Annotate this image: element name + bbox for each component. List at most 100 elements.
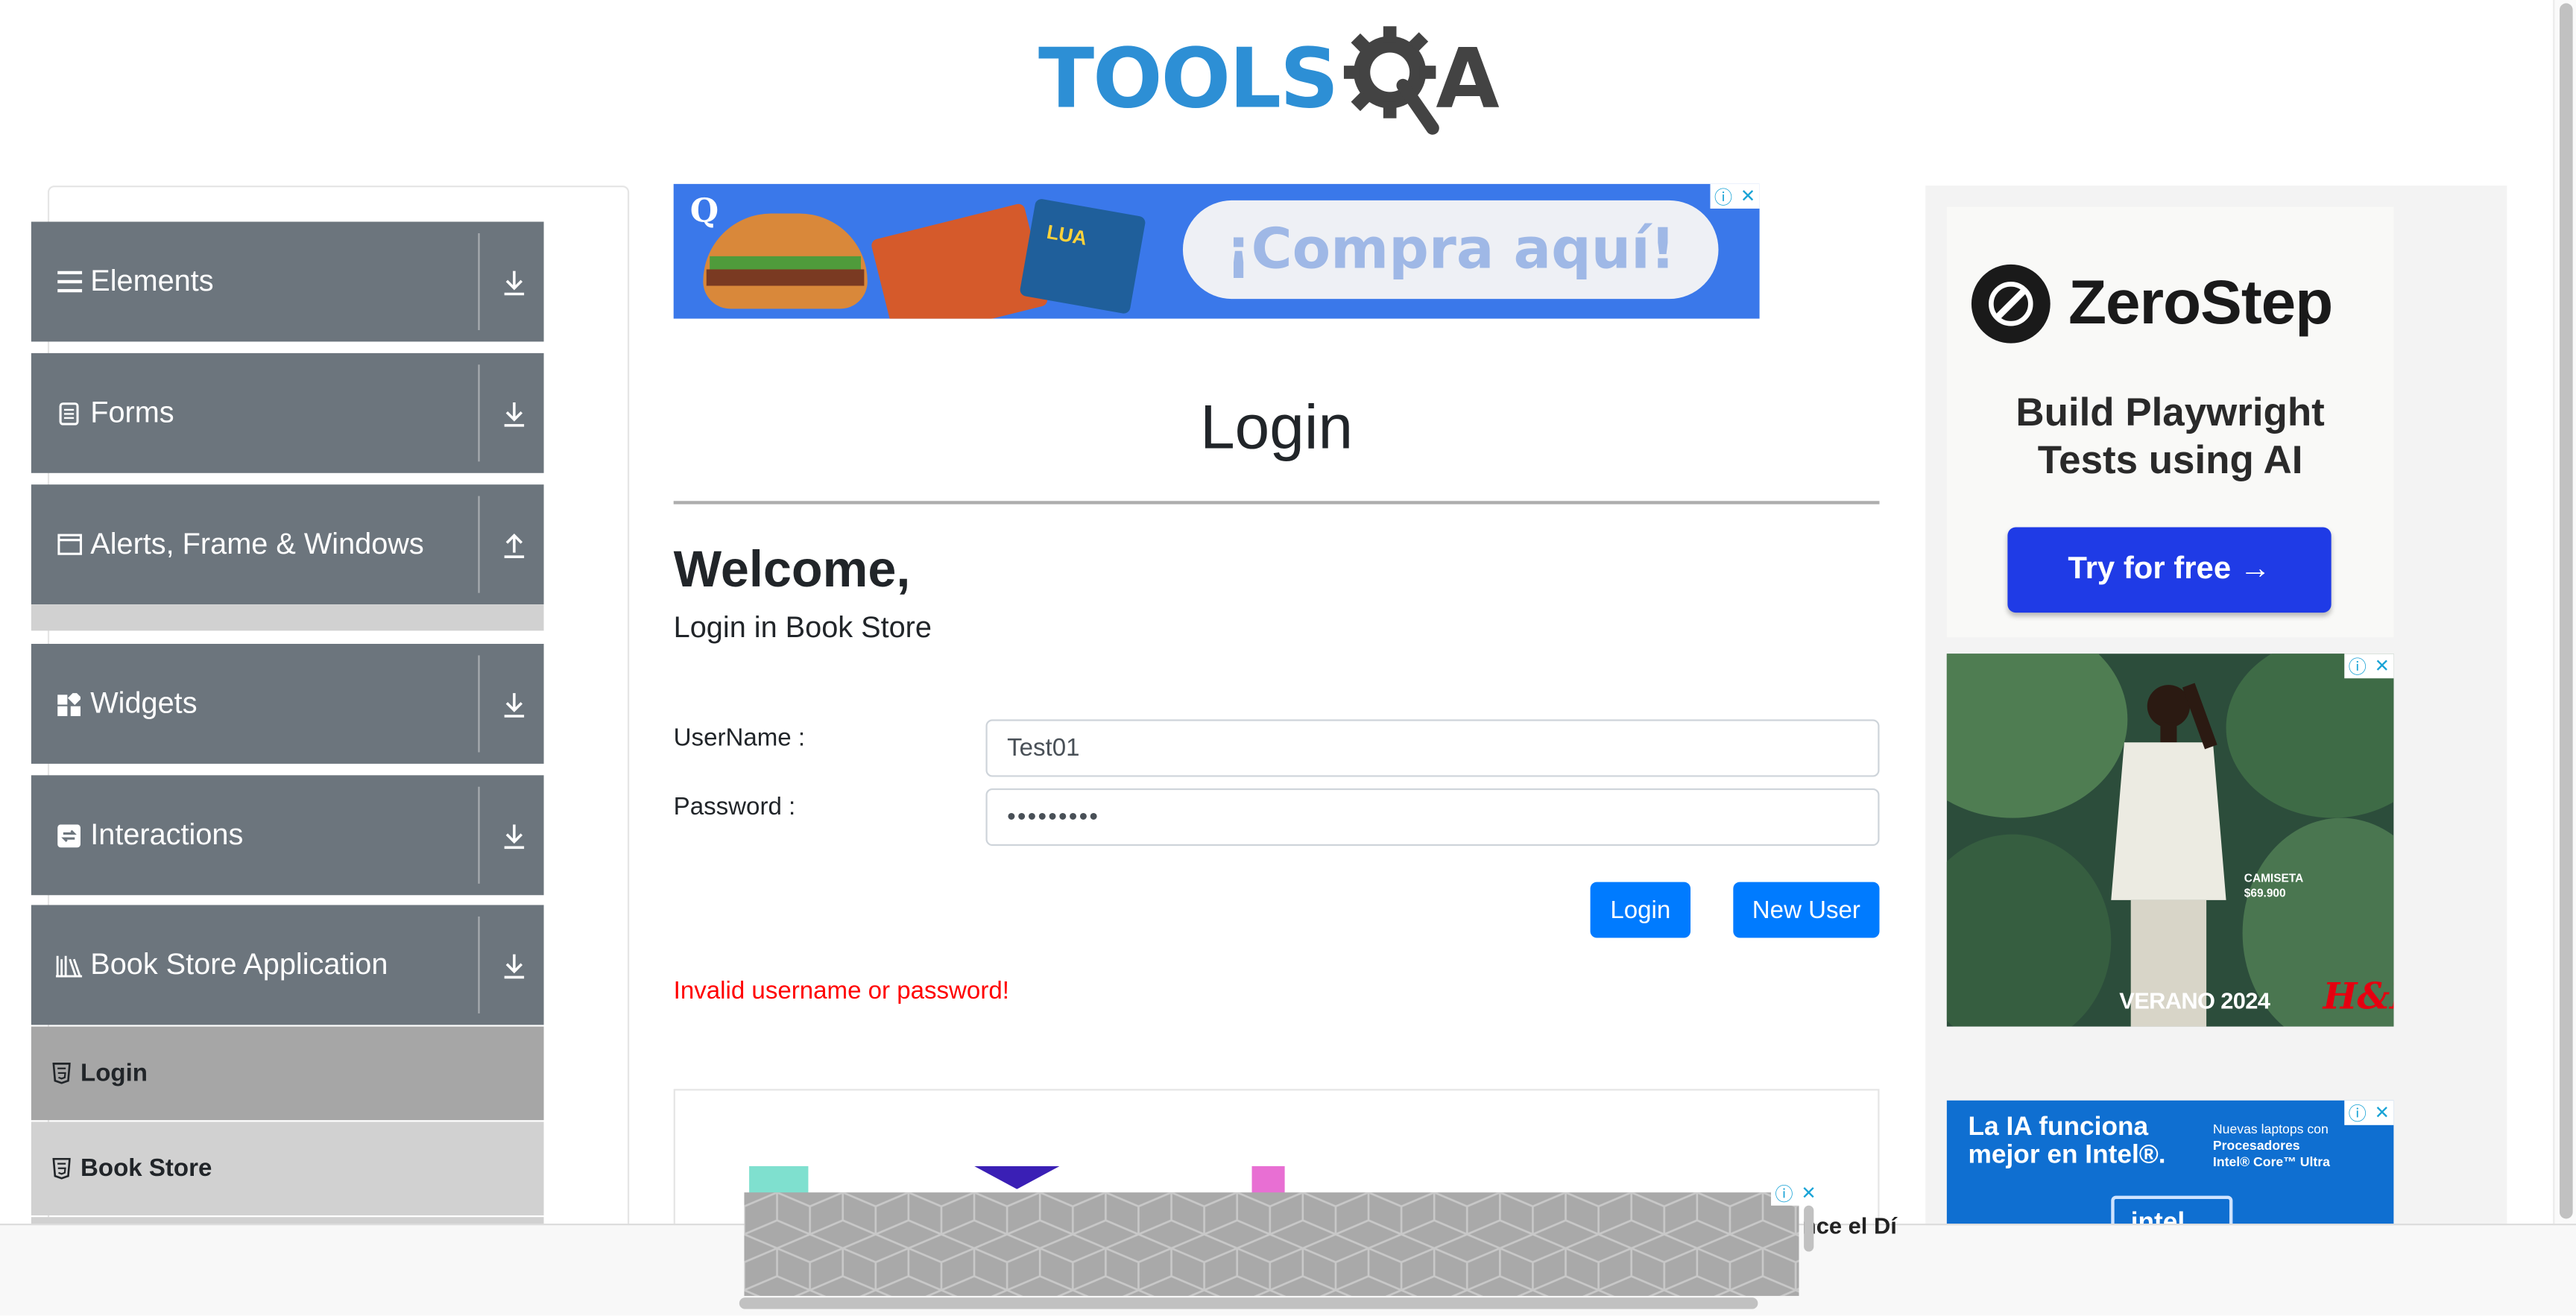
intel-sub-3: Intel® Core™ Ultra: [2212, 1154, 2330, 1170]
try-for-free-button[interactable]: Try for free →: [2007, 527, 2332, 613]
group-separator: [478, 364, 480, 462]
group-separator: [478, 916, 480, 1013]
pink-shape: [1251, 1165, 1285, 1196]
sidebar-group-label: Widgets: [90, 686, 198, 720]
hm-price-label: CAMISETA: [2244, 873, 2304, 886]
sidebar-item-label: Login: [80, 1059, 148, 1088]
logo-text-a: A: [1436, 31, 1500, 127]
password-label: Password :: [673, 793, 796, 822]
sidebar-group-label: Forms: [90, 396, 174, 429]
download-arrow-icon[interactable]: [502, 690, 525, 720]
new-user-button[interactable]: New User: [1733, 882, 1880, 938]
sidebar-group-elements[interactable]: Elements: [31, 221, 544, 342]
username-value: Test01: [1007, 734, 1080, 762]
gear-magnifier-icon: [1343, 26, 1439, 135]
partial-ad-text: nce el Dí: [1802, 1212, 1897, 1239]
bottom-ad-horizontal-scrollbar[interactable]: [739, 1297, 1758, 1309]
ad-info-icon[interactable]: ⓘ: [1714, 183, 1732, 209]
login-button[interactable]: Login: [1590, 882, 1691, 938]
ad-choices-close[interactable]: ⓘ ✕: [1771, 1180, 1821, 1206]
sidebar-group-interactions[interactable]: Interactions: [31, 775, 544, 896]
ad-choices-close[interactable]: ⓘ ✕: [1710, 183, 1760, 209]
sidebar-group-label: Elements: [90, 264, 214, 297]
top-ad-banner[interactable]: LUA Q ¡Compra aquí!: [673, 183, 1760, 319]
intel-subtext: Nuevas laptops con Procesadores Intel® C…: [2213, 1122, 2330, 1171]
ad-info-icon[interactable]: ⓘ: [2349, 653, 2367, 679]
page-scrollbar[interactable]: [2553, 0, 2576, 1224]
close-icon[interactable]: ✕: [1740, 186, 1755, 206]
sidebar-group-alerts[interactable]: Alerts, Frame & Windows: [31, 484, 544, 605]
sidebar-item-book-store[interactable]: Book Store: [31, 1122, 544, 1216]
download-arrow-icon[interactable]: [502, 951, 525, 981]
ad-choices-close[interactable]: ⓘ ✕: [2344, 653, 2394, 679]
zerostep-tagline-1: Build Playwright: [2015, 390, 2325, 436]
password-input[interactable]: •••••••••: [985, 788, 1880, 847]
zerostep-tagline-2: Tests using AI: [2037, 438, 2303, 484]
error-message: Invalid username or password!: [673, 977, 1009, 1005]
download-arrow-icon[interactable]: [502, 399, 525, 429]
zerostep-name: ZeroStep: [2068, 269, 2333, 339]
hm-campaign-text: VERANO 2024: [2119, 987, 2270, 1013]
hm-logo: H&M: [2323, 975, 2394, 1019]
interaction-icon: [56, 822, 82, 848]
download-arrow-icon[interactable]: [502, 821, 525, 851]
upload-arrow-icon[interactable]: [502, 531, 525, 560]
close-icon[interactable]: ✕: [2375, 655, 2390, 677]
ad-choices-close[interactable]: ⓘ ✕: [2344, 1100, 2394, 1126]
ad-info-icon[interactable]: ⓘ: [1775, 1180, 1793, 1206]
hm-ad[interactable]: CAMISETA $69.900 VERANO 2024 H&M: [1946, 654, 2394, 1027]
group-separator: [478, 232, 480, 331]
window-icon: [56, 531, 82, 557]
sidebar-group-book-store[interactable]: Book Store Application: [31, 905, 544, 1025]
collapsed-submenu: [31, 604, 544, 631]
zerostep-tagline: Build Playwright Tests using AI: [1947, 389, 2394, 484]
intel-sub-2: Procesadores: [2212, 1138, 2300, 1154]
zerostep-logo-icon: [1971, 264, 2051, 344]
welcome-heading: Welcome,: [673, 540, 911, 598]
model-figure: [2111, 683, 2226, 1027]
sidebar-group-widgets[interactable]: Widgets: [31, 644, 544, 764]
html5-icon: [52, 1157, 71, 1180]
group-separator: [478, 655, 480, 753]
pack-image: LUA: [1019, 197, 1146, 314]
group-separator: [478, 496, 480, 593]
sidebar-group-forms[interactable]: Forms: [31, 352, 544, 473]
html5-icon: [52, 1063, 71, 1084]
bottom-sticky-ad[interactable]: [744, 1192, 1799, 1297]
brand-logo-icon: Q: [689, 190, 719, 230]
wallet-image: [870, 202, 1049, 319]
pack-label: LUA: [1044, 220, 1089, 250]
username-input[interactable]: Test01: [985, 719, 1880, 777]
password-value: •••••••••: [1007, 803, 1100, 832]
intel-headline-2: mejor en Intel®.: [1968, 1141, 2166, 1170]
intel-sub-1: Nuevas laptops con: [2212, 1122, 2329, 1137]
scrollbar-thumb[interactable]: [2559, 3, 2573, 1219]
close-icon[interactable]: ✕: [1801, 1183, 1816, 1203]
sidebar-group-label: Book Store Application: [90, 947, 388, 981]
widgets-grid-icon: [56, 691, 82, 717]
group-separator: [478, 786, 480, 884]
hex-pattern: [744, 1192, 1799, 1297]
ad-info-icon[interactable]: ⓘ: [2349, 1100, 2367, 1126]
hm-price-value: $69.900: [2244, 888, 2286, 900]
sidebar-group-label: Alerts, Frame & Windows: [90, 527, 424, 560]
header-divider: [673, 501, 1880, 504]
logo-text: TOOLS: [1038, 31, 1339, 127]
palm-leaf: [1946, 834, 2112, 1027]
login-subtitle: Login in Book Store: [673, 610, 932, 645]
page-title: Login: [1200, 393, 1354, 464]
burger-patty: [706, 269, 865, 286]
close-icon[interactable]: ✕: [2375, 1102, 2390, 1123]
sidebar-item-label: Book Store: [80, 1154, 212, 1183]
ad-headline: ¡Compra aquí!: [1182, 200, 1719, 300]
sidebar-item-login[interactable]: Login: [31, 1026, 544, 1121]
toolsqa-logo[interactable]: TOOLS A: [1038, 19, 1500, 138]
intel-headline: La IA funciona mejor en Intel®.: [1969, 1113, 2166, 1169]
username-label: UserName :: [673, 724, 806, 753]
hm-price-tag: CAMISETA $69.900: [2244, 872, 2303, 902]
hamburger-icon: [56, 268, 82, 294]
bottom-ad-vertical-scrollbar[interactable]: [1804, 1205, 1814, 1252]
intel-headline-1: La IA funciona: [1968, 1113, 2149, 1142]
download-arrow-icon[interactable]: [502, 268, 525, 297]
books-icon: [55, 952, 83, 978]
